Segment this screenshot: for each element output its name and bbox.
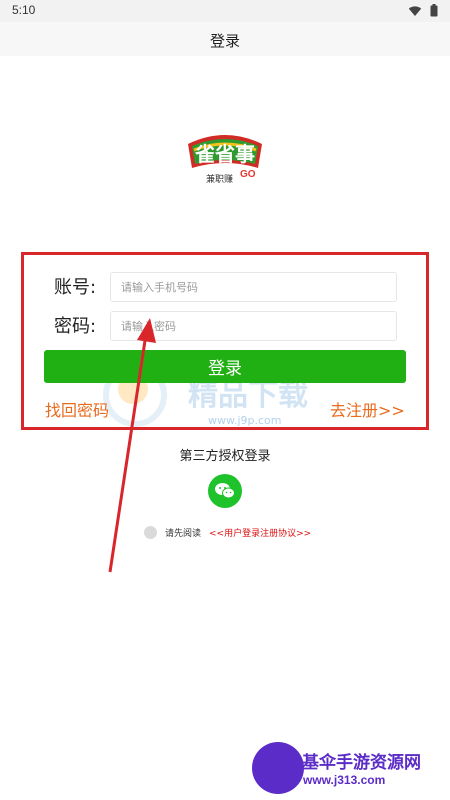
corner-watermark-url: www.j313.com: [303, 773, 386, 787]
annotation-arrow: [108, 318, 156, 573]
corner-watermark-title: 基伞手游资源网: [302, 753, 421, 773]
corner-watermark-logo: [252, 742, 304, 794]
